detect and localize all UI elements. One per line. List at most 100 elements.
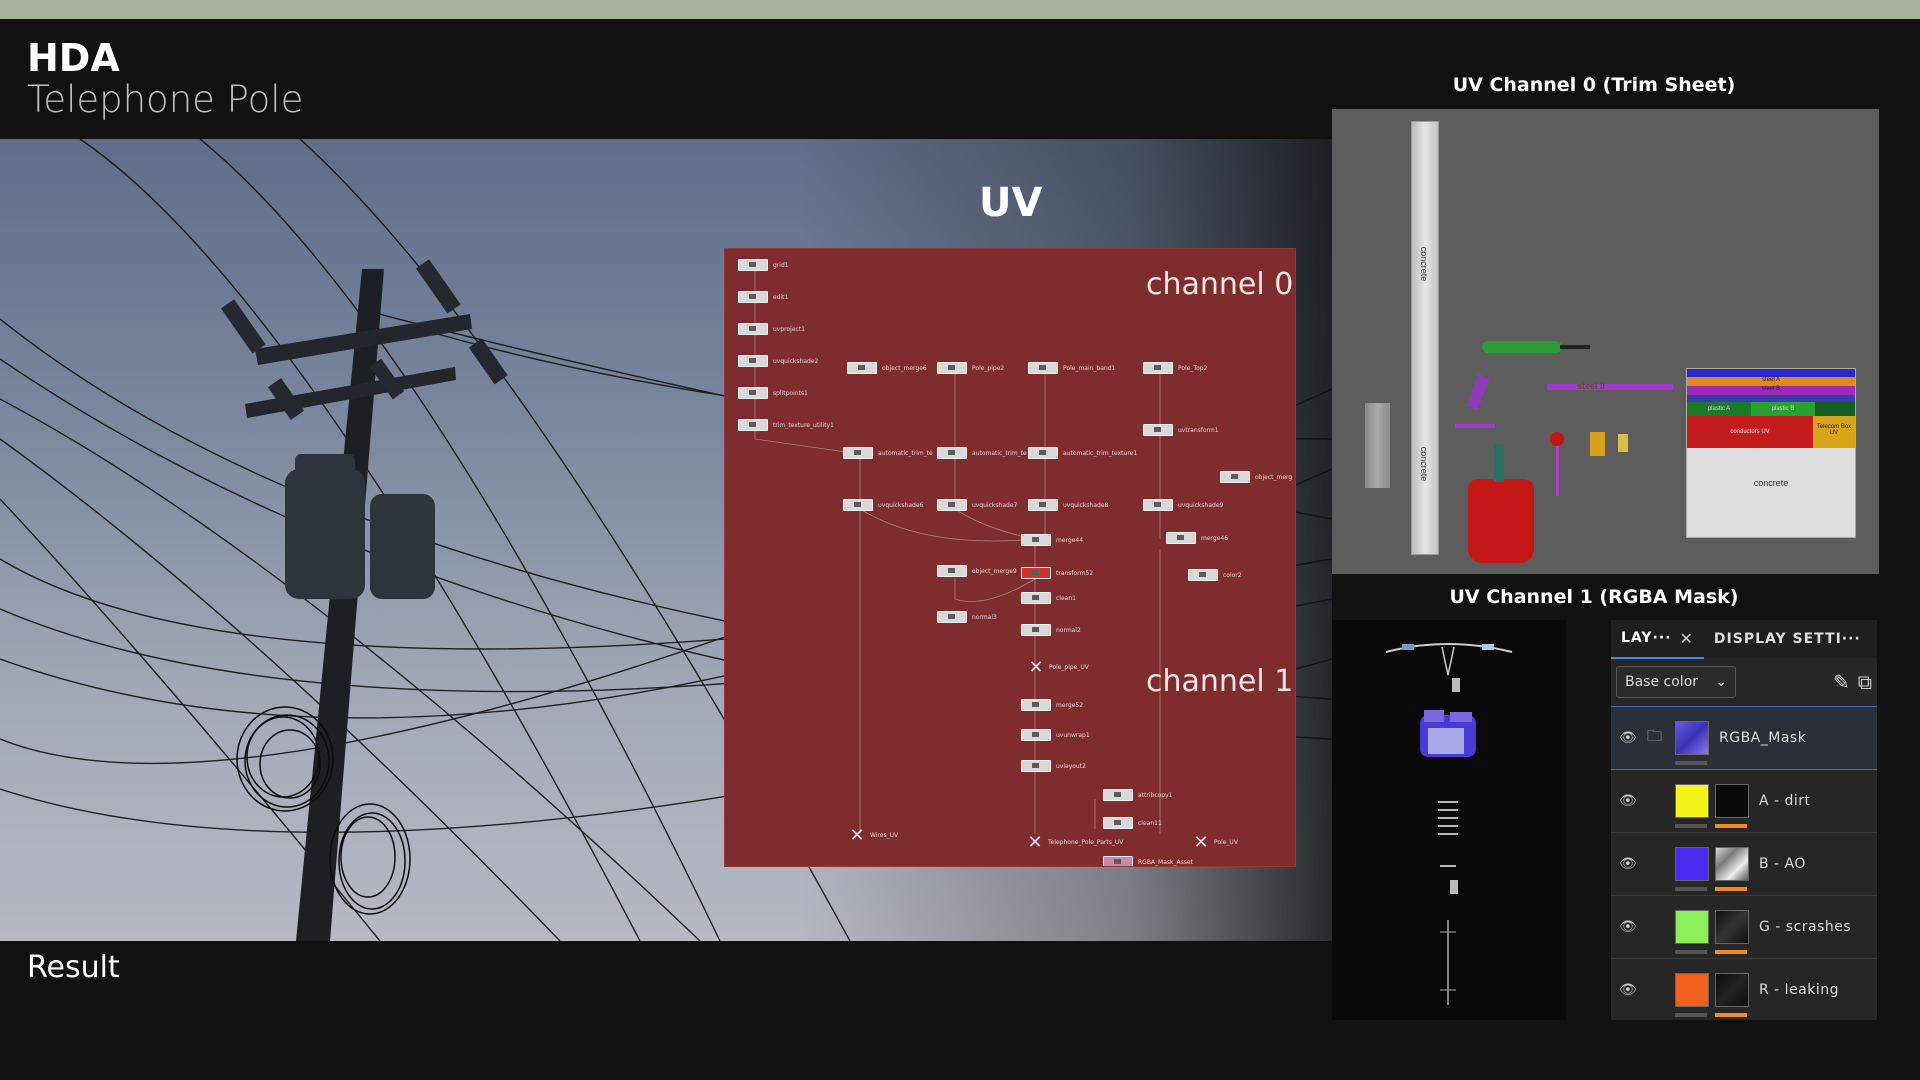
add-layer-icon[interactable]: ⧉ [1858, 670, 1872, 694]
tab-layers[interactable]: LAY··· ✕ [1611, 620, 1704, 659]
eye-icon[interactable]: 👁 [1619, 730, 1641, 746]
channel-select[interactable]: Base color ⌄ [1616, 666, 1736, 698]
layer-mask-thumb [1715, 973, 1749, 1017]
node-icon [1028, 499, 1058, 511]
short-strip [1365, 403, 1390, 488]
node-uvquickshade9[interactable]: uvquickshade9 [1143, 499, 1223, 511]
trim-sheet-viewport[interactable]: concrete concrete steel II steel A steel… [1332, 109, 1879, 574]
eye-icon[interactable]: 👁 [1619, 856, 1641, 872]
node-uvquickshade6[interactable]: uvquickshade6 [843, 499, 923, 511]
steel-a-band [1687, 369, 1855, 377]
node-uvproject1[interactable]: uvproject1 [738, 323, 805, 335]
node-grid1[interactable]: grid1 [738, 259, 789, 271]
layer-row-a-dirt[interactable]: 👁 A - dirt [1611, 770, 1877, 833]
node-normal2[interactable]: normal2 [1021, 624, 1081, 636]
node-merge52[interactable]: merge52 [1021, 699, 1083, 711]
eye-icon[interactable]: 👁 [1619, 982, 1641, 998]
node-uvunwrap1[interactable]: uvunwrap1 [1021, 729, 1090, 741]
node-merge46[interactable]: merge46 [1166, 532, 1228, 544]
node-icon [1021, 729, 1051, 741]
node-transform52[interactable]: transform52 [1021, 567, 1093, 579]
node-icon [738, 355, 768, 367]
node-icon [738, 259, 768, 271]
concrete-label-bottom: concrete [1419, 446, 1429, 482]
layer-color-thumb [1675, 973, 1709, 1017]
magic-wand-icon[interactable]: ✎ [1833, 670, 1850, 694]
transformer-top [1494, 444, 1504, 482]
node-pole-main-band1[interactable]: Pole_main_band1 [1028, 362, 1115, 374]
eye-icon[interactable]: 👁 [1619, 919, 1641, 935]
node-object-merge6[interactable]: object_merge6 [847, 362, 927, 374]
node-icon [937, 565, 967, 577]
channel-select-value: Base color [1625, 674, 1699, 690]
eye-icon[interactable]: 👁 [1619, 793, 1641, 809]
tab-display-settings-label: DISPLAY SETTI··· [1713, 631, 1861, 647]
node-clean11[interactable]: clean11 [1103, 817, 1162, 829]
concrete-block-label: concrete [1753, 478, 1789, 488]
layer-row-r-leaking[interactable]: 👁 R - leaking [1611, 959, 1877, 1020]
node-uvquickshade7[interactable]: uvquickshade7 [937, 499, 1017, 511]
steel-strip [1547, 384, 1673, 390]
plastic-row: plastic A plastic B [1687, 402, 1855, 416]
node-uvquickshade8[interactable]: uvquickshade8 [1028, 499, 1108, 511]
rgba-mask-viewport[interactable] [1332, 620, 1566, 1020]
layer-name: B - AO [1759, 856, 1806, 872]
node-wires-uv[interactable]: ✕ Wires_UV [849, 826, 898, 844]
node-trim-texture-utility1[interactable]: trim_texture_utility1 [738, 419, 834, 431]
channel-0-label: channel 0 [1146, 267, 1294, 302]
node-icon [1021, 624, 1051, 636]
yellow-block-b [1618, 434, 1628, 452]
node-icon [1166, 532, 1196, 544]
node-icon [1220, 471, 1250, 483]
rgba-mask-preview [1385, 643, 1513, 1005]
node-icon [937, 499, 967, 511]
insulator-tail [1560, 345, 1590, 349]
concrete-label-top: concrete [1419, 246, 1429, 282]
steel-b-band: steel B [1687, 386, 1855, 395]
node-edit1[interactable]: edit1 [738, 291, 788, 303]
node-splitpoints1[interactable]: splitpoints1 [738, 387, 808, 399]
node-automatic-trim-b[interactable]: automatic_trim_te [937, 447, 1027, 459]
node-color2[interactable]: color2 [1188, 569, 1242, 581]
node-automatic-trim-a[interactable]: automatic_trim_te [843, 447, 933, 459]
node-icon [847, 362, 877, 374]
layer-row-rgba-mask[interactable]: 👁 🗀 RGBA_Mask [1611, 707, 1877, 770]
layer-mask-thumb [1715, 910, 1749, 954]
node-icon [937, 362, 967, 374]
layer-thumb [1675, 721, 1709, 765]
node-object-merge9[interactable]: object_merge9 [937, 565, 1017, 577]
uv-node-graph[interactable]: grid1 edit1 uvproject1 uvquickshade2 spl… [724, 248, 1296, 867]
node-icon [738, 323, 768, 335]
node-icon [1028, 362, 1058, 374]
node-icon [1143, 499, 1173, 511]
layer-color-thumb [1675, 784, 1709, 828]
node-icon [937, 611, 967, 623]
node-automatic-trim-texture1[interactable]: automatic_trim_texture1 [1028, 447, 1137, 459]
node-pole-pipe2[interactable]: Pole_pipe2 [937, 362, 1004, 374]
node-rgba-mask-asset[interactable]: RGBA_Mask_Asset [1103, 856, 1193, 866]
node-uvquickshade2[interactable]: uvquickshade2 [738, 355, 818, 367]
node-merge44[interactable]: merge44 [1021, 534, 1083, 546]
conductor-row: conductors UV Telecom Box UV [1687, 416, 1855, 448]
telecom-box-uv: Telecom Box UV [1813, 416, 1855, 448]
node-pole-pipe-uv[interactable]: ✕ Pole_pipe_UV [1028, 658, 1088, 676]
null-node-icon: ✕ [1193, 832, 1209, 852]
trim-color-block: steel A steel B plastic A plastic B cond… [1686, 368, 1856, 538]
close-icon[interactable]: ✕ [1680, 629, 1694, 648]
node-attribcopy1[interactable]: attribcopy1 [1103, 789, 1172, 801]
node-pole-top2[interactable]: Pole_Top2 [1143, 362, 1207, 374]
node-object-merg[interactable]: object_merg [1220, 471, 1292, 483]
node-icon [937, 447, 967, 459]
node-uvlayout2[interactable]: uvlayout2 [1021, 760, 1086, 772]
layer-row-g-scrashes[interactable]: 👁 G - scrashes [1611, 896, 1877, 959]
layer-mask-thumb [1715, 784, 1749, 828]
layer-name: R - leaking [1759, 982, 1840, 998]
node-uvtransform1[interactable]: uvtransform1 [1143, 424, 1219, 436]
node-clean1[interactable]: clean1 [1021, 592, 1076, 604]
node-telephone-pole-parts-uv[interactable]: ✕ Telephone_Pole_Parts_UV [1027, 833, 1123, 851]
tab-display-settings[interactable]: DISPLAY SETTI··· [1704, 620, 1871, 658]
layer-row-b-ao[interactable]: 👁 B - AO [1611, 833, 1877, 896]
node-pole-uv[interactable]: ✕ Pole_UV [1193, 832, 1237, 852]
node-normal3[interactable]: normal3 [937, 611, 997, 623]
node-icon [1143, 424, 1173, 436]
